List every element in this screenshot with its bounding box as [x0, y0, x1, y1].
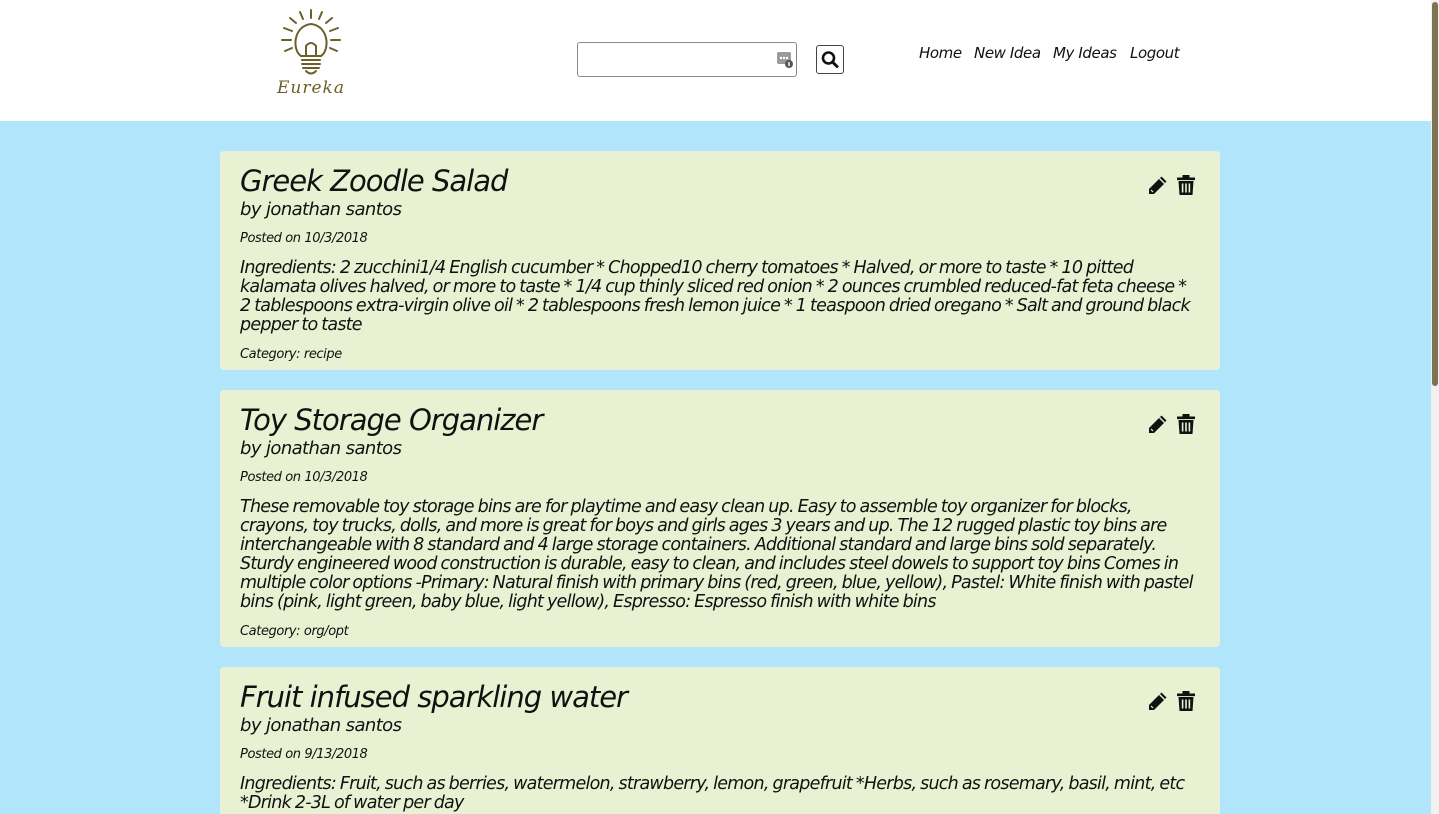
scrollbar-thumb[interactable]	[1432, 2, 1438, 386]
nav-logout[interactable]: Logout	[1130, 44, 1180, 62]
nav-my-ideas[interactable]: My Ideas	[1053, 44, 1117, 62]
idea-title: Greek Zoodle Salad	[240, 164, 508, 198]
nav-new-idea[interactable]: New Idea	[974, 44, 1041, 62]
idea-author: by jonathan santos	[240, 438, 402, 459]
idea-card: Fruit infused sparkling water by jonatha…	[220, 667, 1220, 814]
idea-author: by jonathan santos	[240, 715, 402, 736]
idea-author: by jonathan santos	[240, 199, 402, 220]
search-icon	[821, 51, 839, 68]
idea-title: Toy Storage Organizer	[240, 403, 543, 437]
idea-body: These removable toy storage bins are for…	[240, 497, 1194, 612]
pencil-icon[interactable]	[1147, 174, 1169, 196]
eureka-logo[interactable]: Eureka	[270, 6, 352, 102]
idea-card: Toy Storage Organizer by jonathan santos…	[220, 390, 1220, 647]
password-manager-icon[interactable]	[777, 51, 793, 69]
site-header: Eureka Home New Idea My Ideas Logout	[0, 0, 1431, 121]
trash-icon[interactable]	[1175, 690, 1197, 712]
idea-body: Ingredients: 2 zucchini1/4 English cucum…	[240, 258, 1191, 335]
nav-home[interactable]: Home	[919, 44, 962, 62]
idea-category: Category: recipe	[240, 347, 342, 362]
pencil-icon[interactable]	[1147, 690, 1169, 712]
logo-text: Eureka	[277, 78, 345, 98]
search-button[interactable]	[816, 45, 844, 74]
idea-card: Greek Zoodle Salad by jonathan santos Po…	[220, 151, 1220, 370]
idea-posted-date: Posted on 10/3/2018	[240, 470, 368, 485]
pencil-icon[interactable]	[1147, 413, 1169, 435]
trash-icon[interactable]	[1175, 174, 1197, 196]
search-input[interactable]	[577, 42, 797, 77]
idea-posted-date: Posted on 9/13/2018	[240, 747, 368, 762]
idea-title: Fruit infused sparkling water	[240, 680, 628, 714]
idea-body: Ingredients: Fruit, such as berries, wat…	[240, 774, 1185, 813]
lightbulb-icon	[281, 9, 341, 75]
trash-icon[interactable]	[1175, 413, 1197, 435]
idea-posted-date: Posted on 10/3/2018	[240, 231, 368, 246]
idea-category: Category: org/opt	[240, 624, 349, 639]
